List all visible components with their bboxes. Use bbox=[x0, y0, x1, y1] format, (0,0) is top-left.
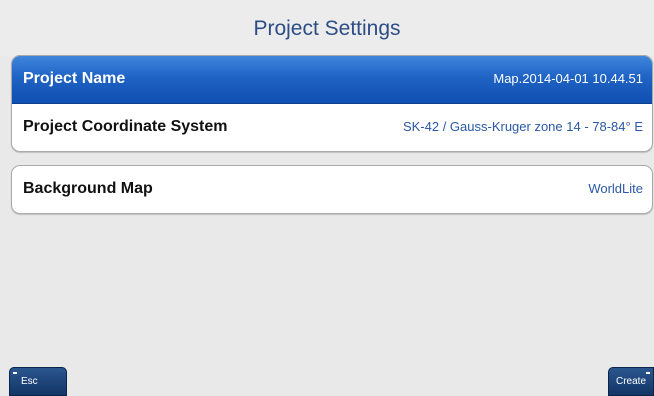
create-button-label: Create bbox=[616, 376, 647, 387]
page-title: Project Settings bbox=[253, 17, 401, 40]
project-coordinate-system-value: SK-42 / Gauss-Kruger zone 14 - 78-84° E bbox=[402, 119, 643, 134]
project-name-row[interactable]: Project Name Map.2014-04-01 10.44.51 bbox=[12, 56, 652, 104]
background-map-label: Background Map bbox=[23, 180, 153, 197]
corner-mark-icon bbox=[646, 372, 650, 374]
create-button[interactable]: Create bbox=[608, 367, 654, 396]
project-settings-group: Project Name Map.2014-04-01 10.44.51 Pro… bbox=[11, 55, 653, 152]
esc-button[interactable]: Esc bbox=[9, 367, 67, 396]
corner-mark-icon bbox=[13, 372, 17, 374]
project-coordinate-system-label: Project Coordinate System bbox=[23, 118, 228, 135]
project-name-label: Project Name bbox=[23, 70, 126, 87]
esc-button-label: Esc bbox=[21, 376, 38, 387]
header-bar: Project Settings bbox=[0, 0, 654, 56]
project-name-value: Map.2014-04-01 10.44.51 bbox=[493, 71, 643, 86]
background-map-group: Background Map WorldLite bbox=[11, 165, 653, 214]
project-coordinate-system-row[interactable]: Project Coordinate System SK-42 / Gauss-… bbox=[12, 104, 652, 151]
background-map-value: WorldLite bbox=[588, 181, 643, 196]
background-map-row[interactable]: Background Map WorldLite bbox=[12, 166, 652, 213]
